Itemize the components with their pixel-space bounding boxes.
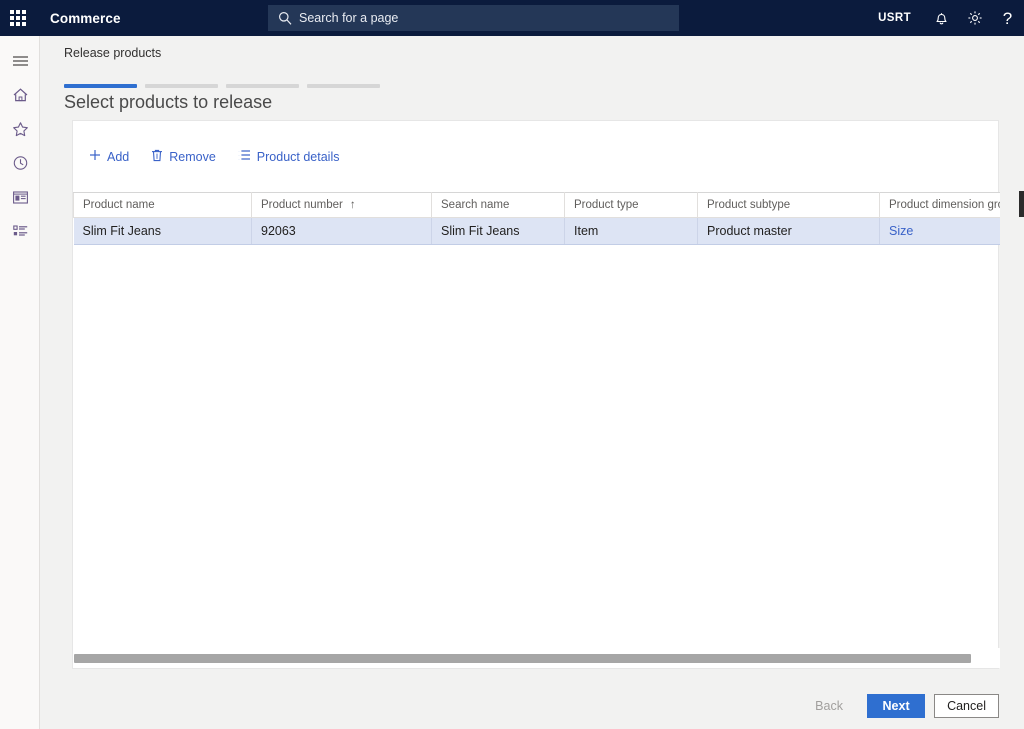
next-button[interactable]: Next [867, 694, 925, 718]
page-vertical-scrollbar-thumb[interactable] [1019, 191, 1024, 217]
back-button[interactable]: Back [800, 694, 858, 718]
recent-clock-icon[interactable] [0, 146, 40, 180]
app-launcher-grid [10, 10, 26, 26]
column-header-search-name[interactable]: Search name [432, 193, 565, 218]
top-right-actions: USRT [878, 0, 1024, 36]
column-label: Product dimension group [889, 199, 1000, 211]
favorites-star-icon[interactable] [0, 112, 40, 146]
left-navigation-rail [0, 36, 40, 729]
cancel-button[interactable]: Cancel [934, 694, 999, 718]
breadcrumb[interactable]: Release products [64, 46, 161, 60]
wizard-step-indicator [64, 84, 380, 88]
cell-product-name[interactable]: Slim Fit Jeans [74, 218, 252, 245]
company-selector[interactable]: USRT [878, 12, 911, 24]
page-vertical-scrollbar[interactable] [1019, 36, 1024, 729]
content-card: Add Remove [72, 120, 999, 669]
wizard-step-3[interactable] [226, 84, 299, 88]
cell-product-subtype[interactable]: Product master [698, 218, 880, 245]
workspaces-icon[interactable] [0, 180, 40, 214]
add-button-label: Add [107, 150, 129, 164]
grid-toolbar: Add Remove [73, 139, 998, 174]
app-launcher-icon[interactable] [0, 0, 36, 36]
help-question-icon[interactable]: ? [991, 0, 1024, 36]
cell-search-name[interactable]: Slim Fit Jeans [432, 218, 565, 245]
remove-button-label: Remove [169, 150, 216, 164]
plus-icon [89, 149, 101, 164]
settings-gear-icon[interactable] [958, 0, 991, 36]
column-label: Product name [83, 199, 155, 211]
modules-list-icon[interactable] [0, 214, 40, 248]
grid-header: Product name Product number ↑ Search name… [74, 193, 1001, 218]
list-details-icon [238, 149, 251, 164]
column-header-product-dimension-group[interactable]: Product dimension group [880, 193, 1001, 218]
search-icon [278, 11, 292, 25]
navigation-menu-icon[interactable] [0, 44, 40, 78]
wizard-footer: Back Next Cancel [800, 694, 999, 718]
product-grid-container: Product name Product number ↑ Search name… [73, 192, 1000, 670]
top-navigation-bar: Commerce Search for a page USRT [0, 0, 1024, 36]
cell-product-dimension-group-link[interactable]: Size [880, 218, 1001, 245]
cell-product-number[interactable]: 92063 [252, 218, 432, 245]
page-title: Select products to release [64, 92, 272, 113]
add-button[interactable]: Add [80, 145, 138, 168]
column-label: Product subtype [707, 199, 790, 211]
grid-horizontal-scrollbar-thumb[interactable] [74, 654, 971, 663]
table-row[interactable]: Slim Fit Jeans 92063 Slim Fit Jeans Item… [74, 218, 1001, 245]
column-header-product-type[interactable]: Product type [565, 193, 698, 218]
column-label: Search name [441, 199, 509, 211]
product-grid: Product name Product number ↑ Search name… [73, 192, 1000, 245]
product-details-button[interactable]: Product details [229, 145, 349, 168]
cell-product-type[interactable]: Item [565, 218, 698, 245]
wizard-step-1[interactable] [64, 84, 137, 88]
brand-title[interactable]: Commerce [50, 11, 121, 26]
product-details-button-label: Product details [257, 150, 340, 164]
column-header-product-name[interactable]: Product name [74, 193, 252, 218]
remove-button[interactable]: Remove [142, 145, 225, 169]
wizard-step-4[interactable] [307, 84, 380, 88]
grid-horizontal-scrollbar[interactable] [73, 648, 1000, 668]
page-container: Release products Select products to rele… [41, 36, 1024, 729]
grid-body: Slim Fit Jeans 92063 Slim Fit Jeans Item… [74, 218, 1001, 245]
notifications-bell-icon[interactable] [925, 0, 958, 36]
home-icon[interactable] [0, 78, 40, 112]
column-label: Product type [574, 199, 639, 211]
help-glyph: ? [1003, 10, 1012, 27]
sort-ascending-icon: ↑ [350, 199, 356, 211]
search-placeholder: Search for a page [299, 11, 398, 25]
grid-header-row: Product name Product number ↑ Search name… [74, 193, 1001, 218]
column-header-product-number[interactable]: Product number ↑ [252, 193, 432, 218]
column-label: Product number [261, 199, 343, 211]
column-header-product-subtype[interactable]: Product subtype [698, 193, 880, 218]
wizard-step-2[interactable] [145, 84, 218, 88]
trash-icon [151, 149, 163, 165]
search-input[interactable]: Search for a page [268, 5, 679, 31]
